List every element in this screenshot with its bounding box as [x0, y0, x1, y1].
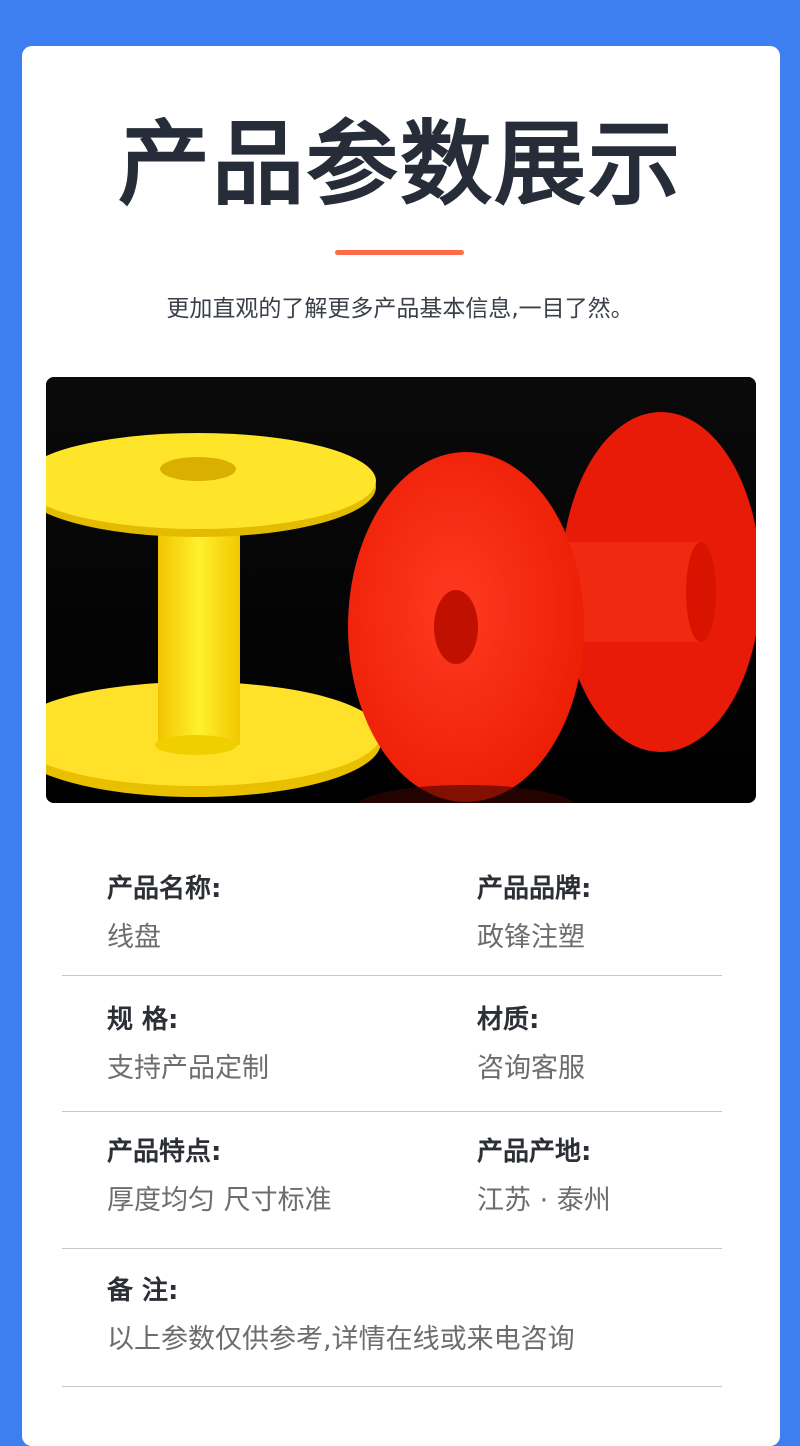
spec-row-feature-origin: 产品特点: 厚度均匀 尺寸标准 产品产地: 江苏 · 泰州	[62, 1111, 722, 1249]
product-brand-label: 产品品牌:	[477, 874, 592, 904]
spec-row-size-material: 规 格: 支持产品定制 材质: 咨询客服	[62, 975, 722, 1112]
product-name-label: 产品名称:	[107, 874, 222, 904]
origin-value: 江苏 · 泰州	[477, 1185, 611, 1216]
product-photo	[46, 377, 756, 803]
spec-row-note: 备 注: 以上参数仅供参考,详情在线或来电咨询	[62, 1248, 722, 1387]
note-value: 以上参数仅供参考,详情在线或来电咨询	[107, 1324, 575, 1355]
note-label: 备 注:	[107, 1276, 179, 1306]
material-value: 咨询客服	[477, 1053, 585, 1084]
feature-label: 产品特点:	[107, 1137, 222, 1167]
size-value: 支持产品定制	[107, 1053, 269, 1084]
spools-illustration	[46, 377, 756, 803]
page-subtitle: 更加直观的了解更多产品基本信息,一目了然。	[166, 296, 634, 322]
title-accent-divider	[335, 250, 464, 255]
product-name-value: 线盘	[107, 922, 161, 953]
page-title: 产品参数展示	[117, 111, 682, 218]
origin-label: 产品产地:	[477, 1137, 592, 1167]
spec-row-name-brand: 产品名称: 线盘 产品品牌: 政锋注塑	[62, 842, 722, 976]
size-label: 规 格:	[107, 1005, 179, 1035]
feature-value: 厚度均匀 尺寸标准	[107, 1185, 332, 1216]
material-label: 材质:	[477, 1005, 540, 1035]
product-brand-value: 政锋注塑	[477, 922, 585, 953]
